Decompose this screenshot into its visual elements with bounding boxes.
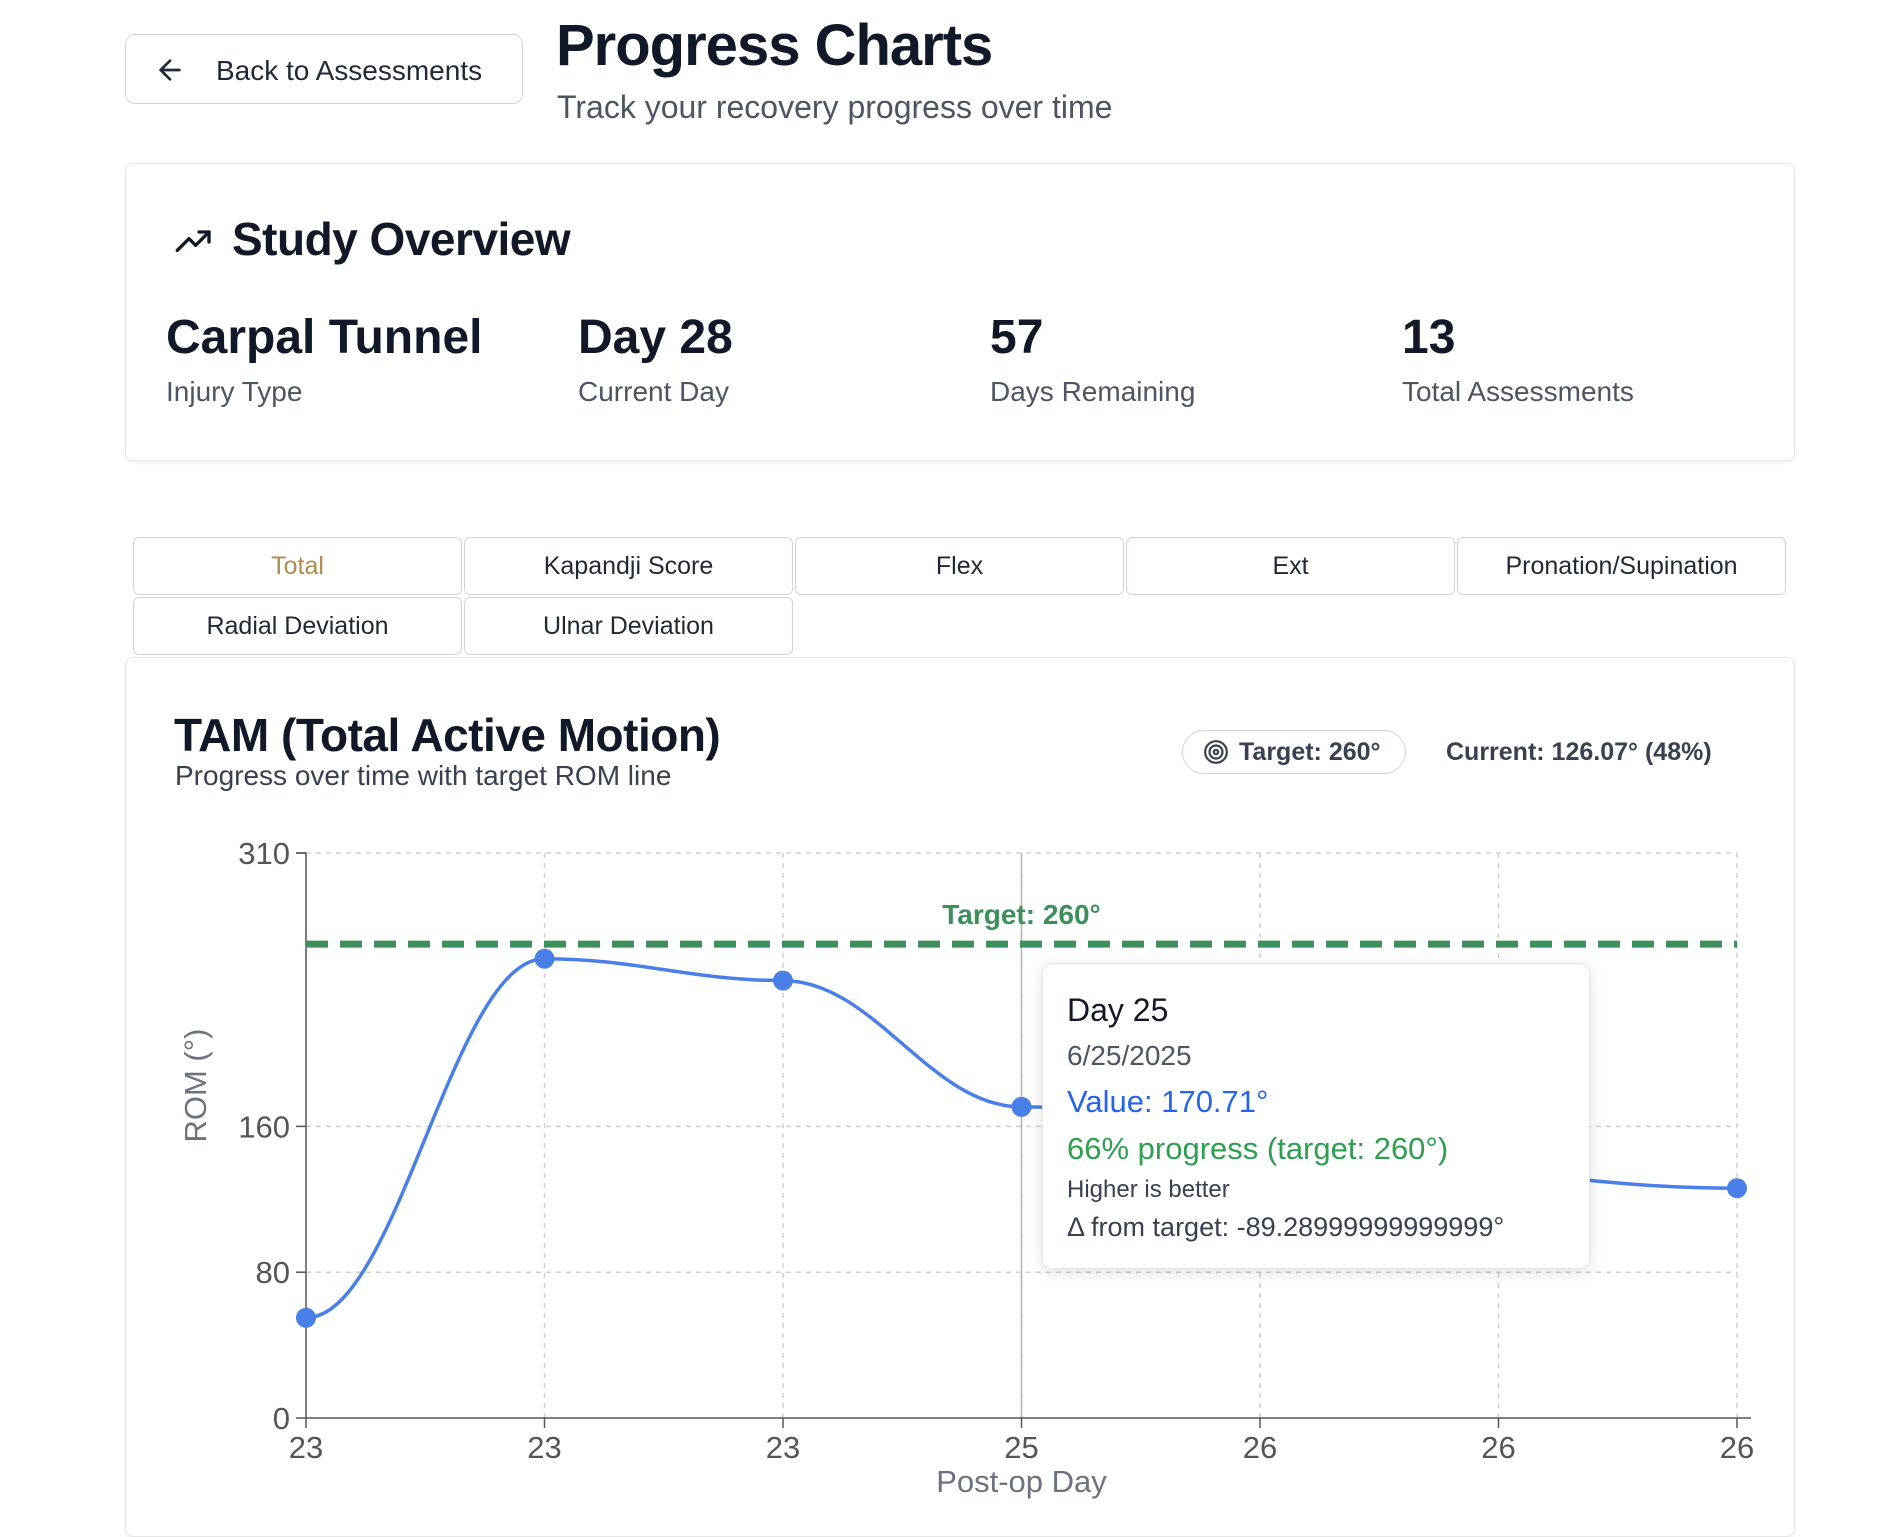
rom-line-chart[interactable]: 0 80 160 310 23 23 23 25 26 26 26 Post-op Day ROM (°… xyxy=(0,0,1884,1508)
x-tick-label: 26 xyxy=(1481,1430,1515,1465)
y-axis-title: ROM (°) xyxy=(178,1029,213,1143)
x-axis-title: Post-op Day xyxy=(936,1464,1107,1499)
x-tick-label: 26 xyxy=(1720,1430,1754,1465)
chart-tooltip: Day 25 6/25/2025 Value: 170.71° 66% prog… xyxy=(1042,963,1590,1269)
data-point[interactable] xyxy=(1011,1096,1032,1117)
tooltip-day: Day 25 xyxy=(1067,992,1169,1028)
x-tick-label: 23 xyxy=(766,1430,800,1465)
x-tick-label: 23 xyxy=(289,1430,323,1465)
data-point[interactable] xyxy=(1727,1178,1747,1199)
x-tick-label: 26 xyxy=(1243,1430,1277,1465)
data-point[interactable] xyxy=(534,948,555,969)
x-tick-label: 23 xyxy=(527,1430,561,1465)
y-tick-label: 160 xyxy=(238,1109,290,1144)
data-point[interactable] xyxy=(296,1307,316,1328)
x-tick-label: 25 xyxy=(1004,1430,1038,1465)
y-tick-label: 310 xyxy=(238,836,290,871)
tooltip-progress: 66% progress (target: 260°) xyxy=(1067,1131,1449,1166)
y-tick-label: 0 xyxy=(273,1401,290,1436)
tooltip-value: Value: 170.71° xyxy=(1067,1084,1269,1119)
target-line-label: Target: 260° xyxy=(942,899,1101,930)
tooltip-note: Higher is better xyxy=(1067,1176,1230,1203)
tooltip-delta: Δ from target: -89.28999999999999° xyxy=(1067,1212,1505,1242)
data-point[interactable] xyxy=(773,970,793,991)
tooltip-date: 6/25/2025 xyxy=(1067,1040,1192,1071)
y-tick-label: 80 xyxy=(256,1255,290,1290)
